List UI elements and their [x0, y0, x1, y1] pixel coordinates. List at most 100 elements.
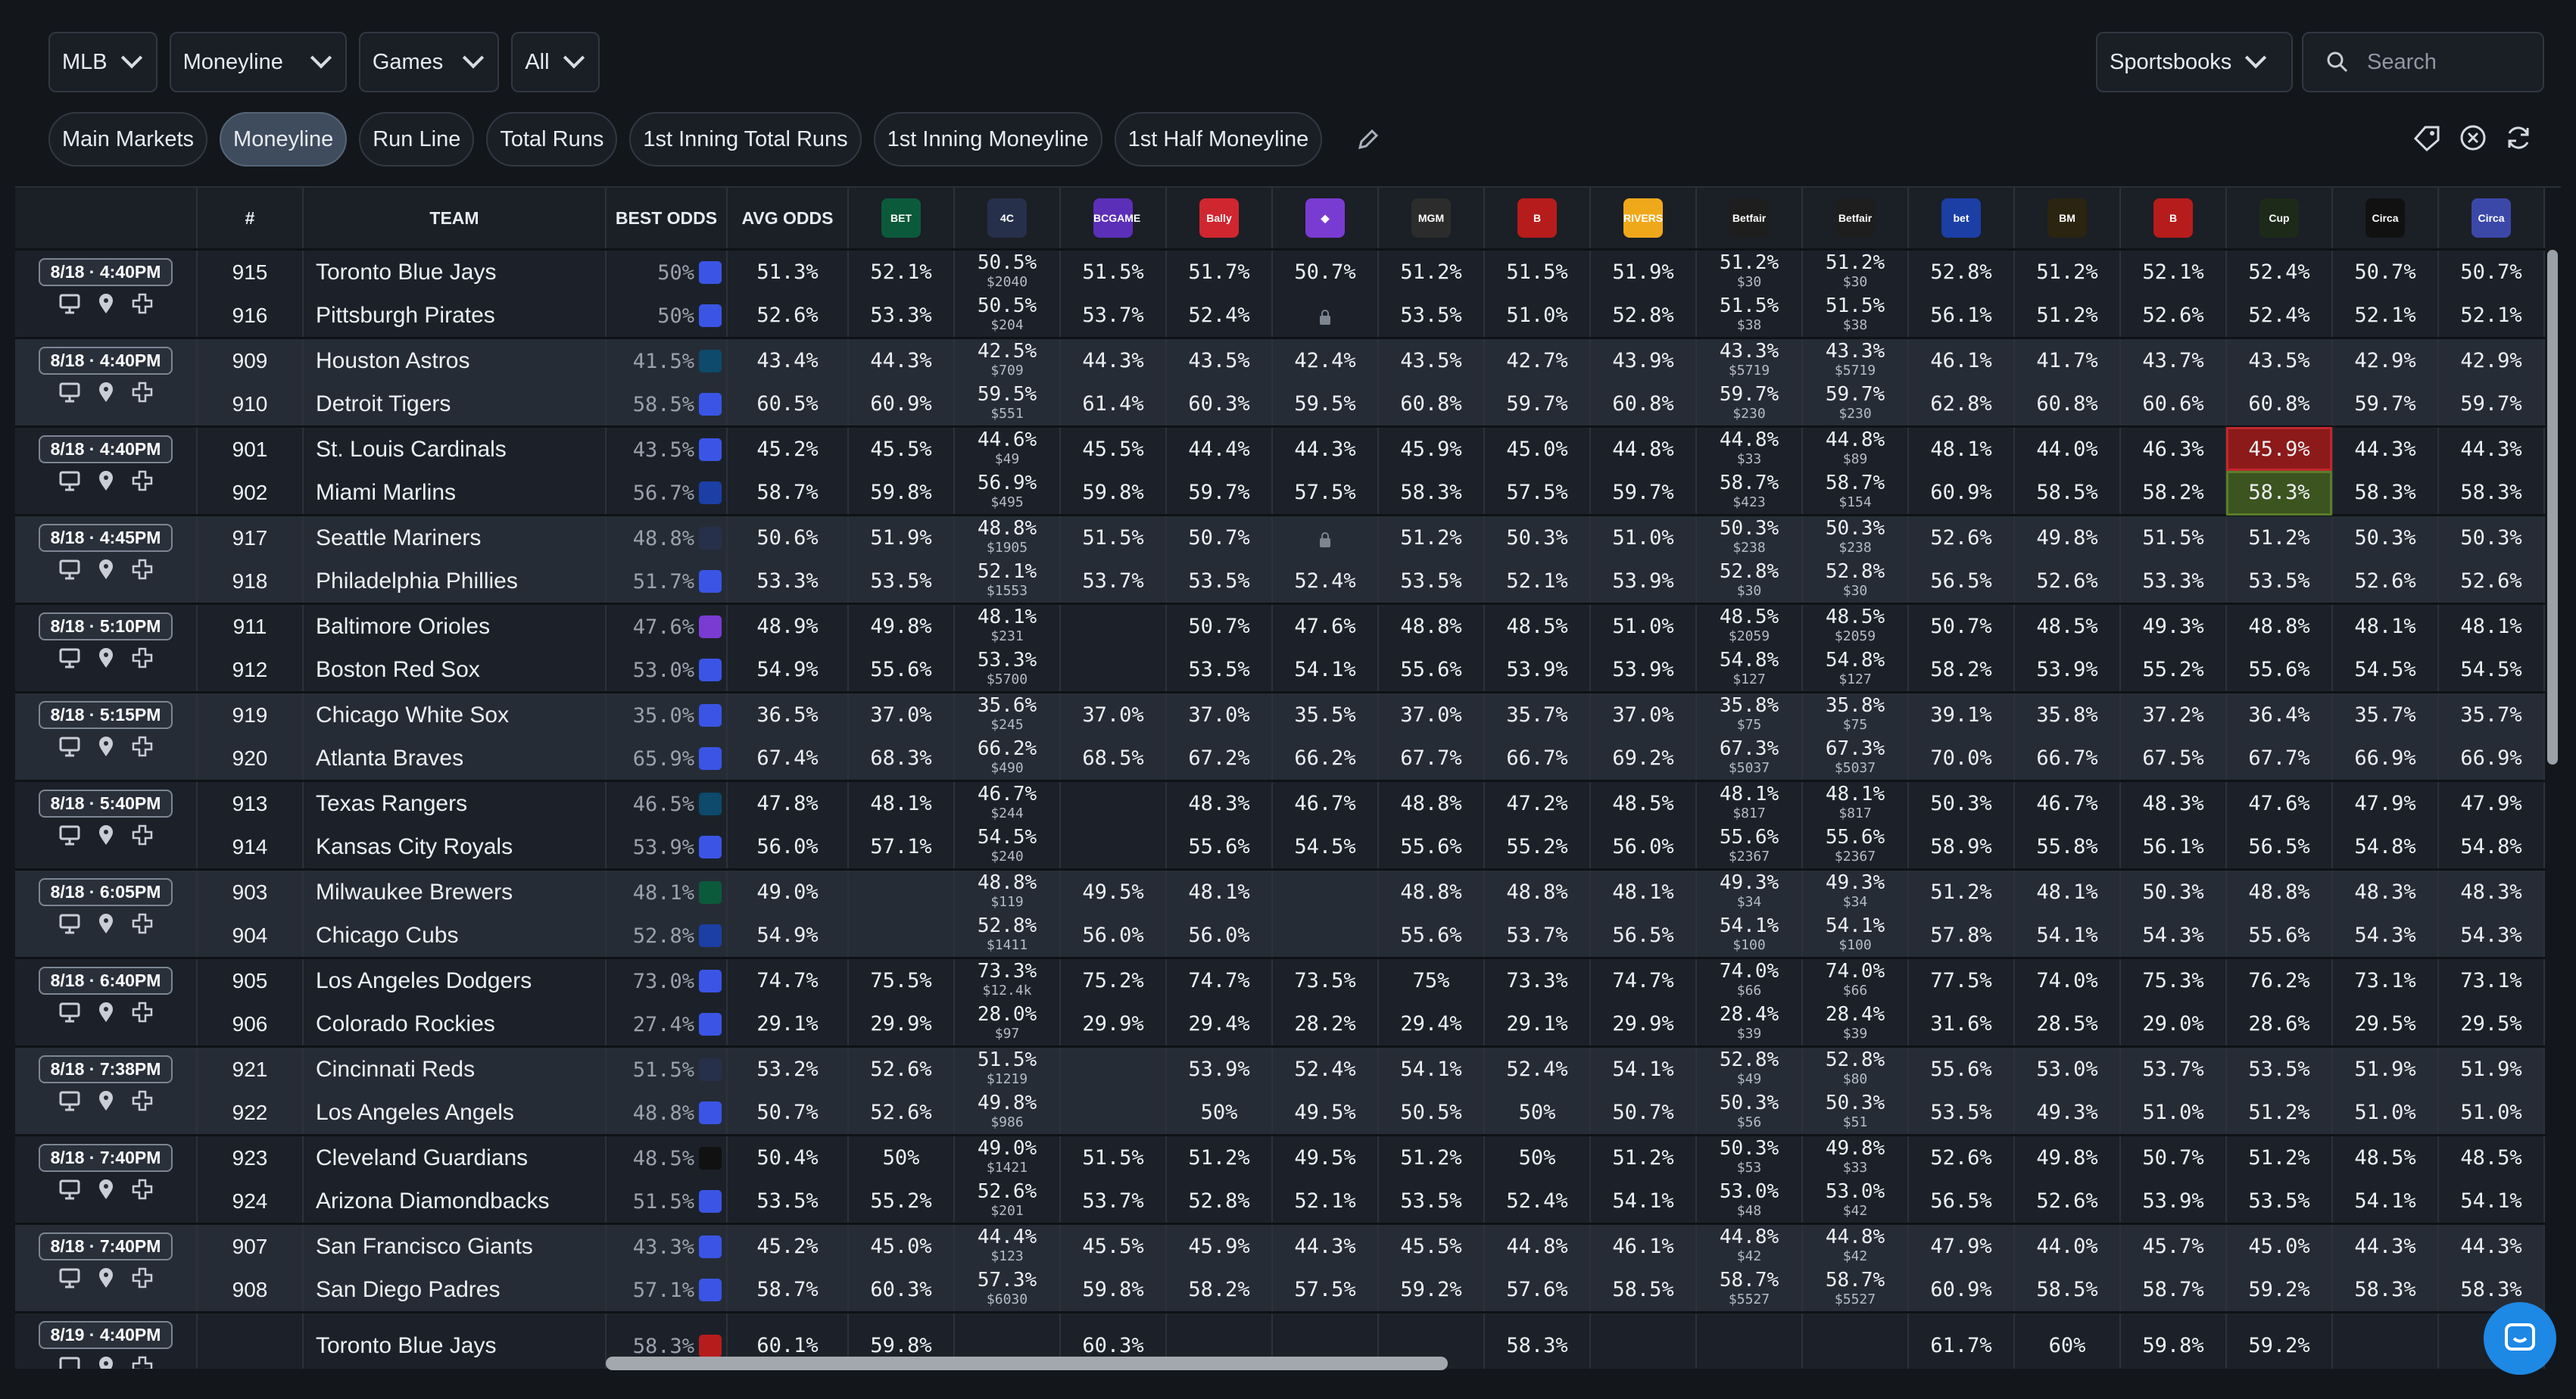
monitor-icon[interactable] — [58, 1355, 81, 1369]
odds-cell[interactable]: 49.0% $1421 — [954, 1134, 1061, 1179]
odds-cell[interactable]: 52.1% — [1484, 559, 1591, 604]
table-row[interactable]: 8/18 · 4:40PM 915 Toronto Blue Jays 50% 51.3… — [15, 248, 2545, 338]
odds-cell[interactable]: 58.5% — [1590, 1268, 1697, 1313]
odds-cell[interactable]: 52.8% $30 — [1696, 559, 1803, 604]
odds-cell[interactable]: 73.3% $12.4k — [954, 957, 1061, 1002]
tab-run-line[interactable]: Run Line — [359, 112, 475, 167]
table-row[interactable]: 8/18 · 5:10PM 911 Baltimore Orioles 47.6% 48… — [15, 603, 2545, 693]
close-circle-icon[interactable] — [2459, 124, 2487, 151]
odds-cell[interactable]: 31.6% — [1908, 1002, 2015, 1047]
odds-cell[interactable]: 66.2% — [1272, 737, 1379, 781]
odds-cell[interactable]: 51.2% — [1166, 1134, 1273, 1179]
odds-cell[interactable]: 52.4% — [1272, 1045, 1379, 1091]
odds-cell[interactable]: 52.8% $1411 — [954, 914, 1061, 958]
odds-cell[interactable]: 53.9% — [2014, 648, 2121, 693]
odds-cell[interactable]: 42.7% — [1484, 337, 1591, 382]
odds-cell[interactable]: 47.9% — [2438, 780, 2545, 825]
odds-cell[interactable]: 61.4% — [1060, 382, 1167, 427]
odds-cell[interactable]: 50.3% $53 — [1696, 1134, 1803, 1179]
odds-cell[interactable]: 51.2% — [2226, 514, 2333, 559]
odds-cell[interactable]: 53.3% — [2120, 559, 2227, 604]
odds-cell[interactable]: 51.2% $30 — [1696, 248, 1803, 294]
team-name[interactable]: St. Louis Cardinals — [303, 425, 607, 471]
vertical-scrollbar[interactable] — [2547, 250, 2558, 765]
odds-cell[interactable]: 50.7% — [2120, 1134, 2227, 1179]
odds-cell[interactable]: 54.1% — [2014, 914, 2121, 958]
sportsbook-column-header[interactable]: Betfair — [1802, 188, 1909, 251]
odds-cell[interactable]: 52.8% $80 — [1802, 1045, 1909, 1091]
odds-cell[interactable]: 58.7% $5527 — [1696, 1268, 1803, 1313]
scope-dropdown[interactable]: All — [511, 32, 600, 92]
odds-cell[interactable]: 60.8% — [2226, 382, 2333, 427]
odds-cell[interactable]: 44.0% — [2014, 425, 2121, 471]
odds-cell[interactable]: 49.5% — [1272, 1134, 1379, 1179]
plus-icon[interactable] — [131, 469, 154, 492]
odds-cell[interactable]: 48.8% — [1378, 603, 1485, 648]
odds-cell[interactable]: 52.6% — [2014, 559, 2121, 604]
odds-cell[interactable]: 41.7% — [2014, 337, 2121, 382]
odds-cell[interactable]: 52.8% $49 — [1696, 1045, 1803, 1091]
odds-cell[interactable]: 58.7% $423 — [1696, 471, 1803, 516]
odds-cell[interactable]: 51.2% — [1908, 868, 2015, 914]
odds-cell[interactable]: 54.1% — [1378, 1045, 1485, 1091]
best-odds-cell[interactable]: 65.9% — [606, 737, 728, 781]
odds-cell[interactable]: 52.4% — [1484, 1045, 1591, 1091]
odds-cell[interactable]: 46.7% — [2014, 780, 2121, 825]
odds-cell[interactable]: 67.2% — [1166, 737, 1273, 781]
odds-cell[interactable]: 48.1% — [2438, 603, 2545, 648]
odds-cell[interactable]: 59.5% $551 — [954, 382, 1061, 427]
odds-cell[interactable]: 56.1% — [1908, 294, 2015, 338]
odds-cell[interactable]: 37.0% — [1590, 691, 1697, 737]
best-odds-cell[interactable]: 57.1% — [606, 1268, 728, 1313]
team-name[interactable]: Baltimore Orioles — [303, 603, 607, 648]
odds-cell[interactable]: 49.8% — [2014, 1134, 2121, 1179]
odds-cell[interactable]: 37.0% — [1060, 691, 1167, 737]
odds-cell[interactable]: 48.8% — [2226, 868, 2333, 914]
odds-cell[interactable]: 50.7% — [1166, 603, 1273, 648]
best-odds-cell[interactable]: 50% — [606, 294, 728, 338]
odds-cell[interactable]: 51.5% — [1060, 1134, 1167, 1179]
best-odds-cell[interactable]: 51.5% — [606, 1045, 728, 1091]
odds-cell[interactable]: 52.4% — [1166, 294, 1273, 338]
odds-cell[interactable]: 54.1% $100 — [1696, 914, 1803, 958]
odds-cell[interactable]: 59.7% — [1484, 382, 1591, 427]
odds-cell[interactable] — [1060, 648, 1167, 693]
odds-cell[interactable]: 54.1% — [2332, 1179, 2439, 1224]
monitor-icon[interactable] — [58, 1001, 81, 1024]
odds-cell[interactable]: 44.3% — [2332, 1223, 2439, 1268]
odds-cell[interactable]: 52.6% $201 — [954, 1179, 1061, 1224]
odds-cell[interactable]: 48.3% — [2438, 868, 2545, 914]
odds-cell[interactable]: 45.9% — [2226, 425, 2333, 471]
monitor-icon[interactable] — [58, 824, 81, 846]
odds-cell[interactable] — [1272, 514, 1379, 559]
monitor-icon[interactable] — [58, 1089, 81, 1112]
odds-cell[interactable]: 59.2% — [1378, 1268, 1485, 1313]
odds-cell[interactable]: 67.5% — [2120, 737, 2227, 781]
odds-cell[interactable]: 54.8% $127 — [1802, 648, 1909, 693]
odds-cell[interactable]: 50.3% — [2438, 514, 2545, 559]
location-pin-icon[interactable] — [95, 469, 117, 492]
sportsbook-column-header[interactable]: Cup — [2226, 188, 2333, 251]
odds-cell[interactable]: 53.3% — [848, 294, 955, 338]
odds-cell[interactable]: 54.1% — [1272, 648, 1379, 693]
odds-cell[interactable]: 48.1% — [1908, 425, 2015, 471]
odds-cell[interactable]: 45.5% — [1060, 425, 1167, 471]
odds-cell[interactable]: 58.3% — [2226, 471, 2333, 516]
best-odds-cell[interactable]: 43.5% — [606, 425, 728, 471]
odds-cell[interactable]: 47.2% — [1484, 780, 1591, 825]
odds-cell[interactable]: 53.5% — [2226, 559, 2333, 604]
odds-cell[interactable]: 57.5% — [1484, 471, 1591, 516]
odds-cell[interactable]: 48.5% — [2332, 1134, 2439, 1179]
odds-cell[interactable]: 49.3% — [2014, 1091, 2121, 1136]
team-name[interactable]: Seattle Mariners — [303, 514, 607, 559]
odds-cell[interactable]: 49.5% — [1272, 1091, 1379, 1136]
odds-cell[interactable]: 35.7% — [1484, 691, 1591, 737]
table-row[interactable]: 8/18 · 4:40PM 901 St. Louis Cardinals 43.5%… — [15, 425, 2545, 516]
odds-cell[interactable]: 51.5% $38 — [1802, 294, 1909, 338]
market-dropdown[interactable]: Moneyline — [169, 32, 347, 92]
plus-icon[interactable] — [131, 1178, 154, 1201]
odds-cell[interactable]: 74.0% $66 — [1696, 957, 1803, 1002]
odds-cell[interactable]: 39.1% — [1908, 691, 2015, 737]
odds-cell[interactable]: 59.7% — [2332, 382, 2439, 427]
best-odds-cell[interactable]: 27.4% — [606, 1002, 728, 1047]
